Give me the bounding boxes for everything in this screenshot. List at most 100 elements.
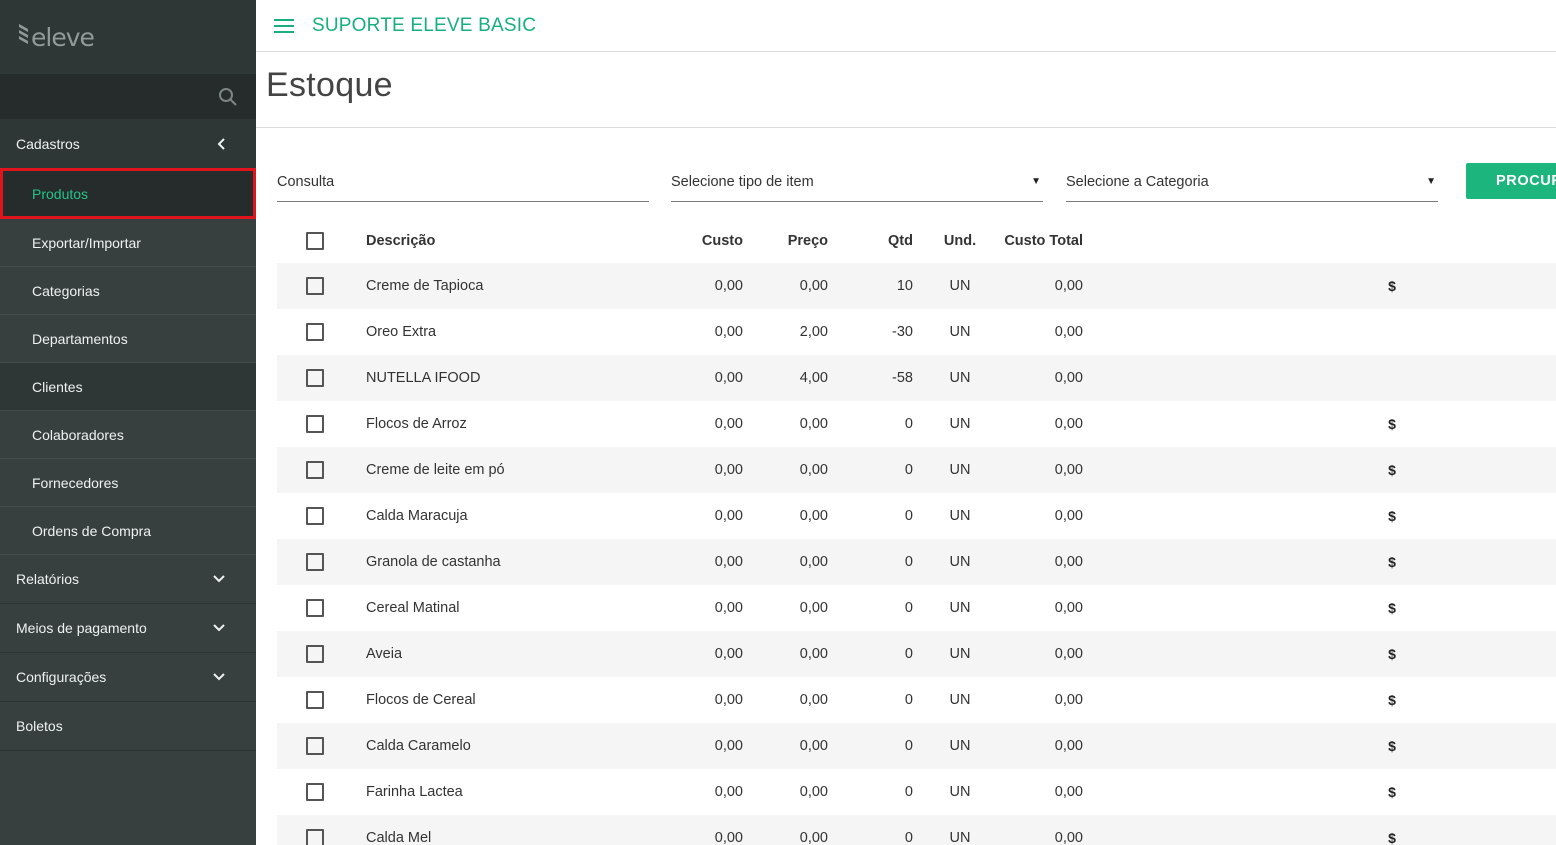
sidebar-group-meios-de-pagamento[interactable]: Meios de pagamento bbox=[0, 604, 256, 653]
price-action-icon[interactable]: $ bbox=[1383, 447, 1401, 493]
sidebar-item-label: Categorias bbox=[32, 282, 100, 299]
sidebar-item-categorias[interactable]: Categorias bbox=[0, 267, 256, 315]
row-checkbox[interactable] bbox=[306, 585, 324, 631]
price-action-icon[interactable]: $ bbox=[1383, 585, 1401, 631]
price-action-icon[interactable]: $ bbox=[1383, 723, 1401, 769]
cell-qtd: 0 bbox=[904, 508, 913, 524]
table-row[interactable]: Flocos de Arroz 0,00 0,00 0 UN 0,00 $ bbox=[277, 401, 1556, 447]
cell-preco: 0,00 bbox=[799, 784, 828, 800]
logo-text: eleve bbox=[31, 23, 95, 52]
sidebar-item-label: Produtos bbox=[32, 185, 89, 202]
cell-und: UN bbox=[949, 692, 971, 708]
cell-custo-total: 0,00 bbox=[1054, 738, 1083, 754]
cell-descricao: Cereal Matinal bbox=[366, 600, 460, 616]
price-action-icon[interactable]: $ bbox=[1383, 677, 1401, 723]
row-checkbox[interactable] bbox=[306, 539, 324, 585]
sidebar-group-configuracoes[interactable]: Configurações bbox=[0, 653, 256, 702]
procurar-button[interactable]: PROCUR bbox=[1466, 163, 1556, 199]
header-descricao[interactable]: Descrição bbox=[366, 218, 666, 263]
row-checkbox[interactable] bbox=[306, 447, 324, 493]
logo: eleve bbox=[0, 0, 256, 74]
row-checkbox[interactable] bbox=[306, 723, 324, 769]
price-action-icon[interactable]: $ bbox=[1383, 263, 1401, 309]
cell-descricao: Flocos de Arroz bbox=[366, 416, 467, 432]
header-qtd[interactable]: Qtd bbox=[833, 218, 913, 263]
table-row[interactable]: NUTELLA IFOOD 0,00 4,00 -58 UN 0,00 bbox=[277, 355, 1556, 401]
table-row[interactable]: Oreo Extra 0,00 2,00 -30 UN 0,00 bbox=[277, 309, 1556, 355]
sidebar-item-colaboradores[interactable]: Colaboradores bbox=[0, 411, 256, 459]
cell-qtd: -30 bbox=[892, 324, 913, 340]
table-row[interactable]: Calda Maracuja 0,00 0,00 0 UN 0,00 $ bbox=[277, 493, 1556, 539]
cell-und: UN bbox=[949, 646, 971, 662]
select-all-checkbox[interactable] bbox=[306, 218, 324, 263]
header-und[interactable]: Und. bbox=[941, 218, 979, 263]
cell-custo-total: 0,00 bbox=[1054, 370, 1083, 386]
dropdown-arrow-icon: ▼ bbox=[1426, 176, 1436, 187]
sidebar-item-label: Colaboradores bbox=[32, 426, 124, 443]
row-checkbox[interactable] bbox=[306, 309, 324, 355]
header-preco[interactable]: Preço bbox=[748, 218, 828, 263]
cell-custo: 0,00 bbox=[714, 278, 743, 294]
cell-custo-total: 0,00 bbox=[1054, 324, 1083, 340]
sidebar-group-boletos[interactable]: Boletos bbox=[0, 702, 256, 751]
table-row[interactable]: Farinha Lactea 0,00 0,00 0 UN 0,00 $ bbox=[277, 769, 1556, 815]
sidebar-search[interactable] bbox=[0, 74, 256, 119]
sidebar-item-exportar-importar[interactable]: Exportar/Importar bbox=[0, 219, 256, 267]
row-checkbox[interactable] bbox=[306, 631, 324, 677]
table-row[interactable]: Calda Mel 0,00 0,00 0 UN 0,00 $ bbox=[277, 815, 1556, 845]
row-checkbox[interactable] bbox=[306, 355, 324, 401]
sidebar-group-relatorios[interactable]: Relatórios bbox=[0, 555, 256, 604]
cell-descricao: Granola de castanha bbox=[366, 554, 501, 570]
cell-preco: 0,00 bbox=[799, 646, 828, 662]
row-checkbox[interactable] bbox=[306, 815, 324, 845]
row-checkbox[interactable] bbox=[306, 263, 324, 309]
cell-und: UN bbox=[949, 416, 971, 432]
sidebar-item-departamentos[interactable]: Departamentos bbox=[0, 315, 256, 363]
table-row[interactable]: Creme de Tapioca 0,00 0,00 10 UN 0,00 $ bbox=[277, 263, 1556, 309]
cell-und: UN bbox=[949, 830, 971, 845]
header-custo-total[interactable]: Custo Total bbox=[993, 218, 1083, 263]
cell-und: UN bbox=[949, 784, 971, 800]
cell-preco: 0,00 bbox=[799, 600, 828, 616]
cell-custo-total: 0,00 bbox=[1054, 554, 1083, 570]
row-checkbox[interactable] bbox=[306, 677, 324, 723]
row-checkbox[interactable] bbox=[306, 769, 324, 815]
sidebar-group-cadastros[interactable]: Cadastros bbox=[0, 119, 256, 168]
price-action-icon[interactable]: $ bbox=[1383, 539, 1401, 585]
sidebar-item-fornecedores[interactable]: Fornecedores bbox=[0, 459, 256, 507]
table-row[interactable]: Granola de castanha 0,00 0,00 0 UN 0,00 $ bbox=[277, 539, 1556, 585]
table-row[interactable]: Creme de leite em pó 0,00 0,00 0 UN 0,00 $ bbox=[277, 447, 1556, 493]
table-row[interactable]: Flocos de Cereal 0,00 0,00 0 UN 0,00 $ bbox=[277, 677, 1556, 723]
cell-custo-total: 0,00 bbox=[1054, 646, 1083, 662]
price-action-icon[interactable]: $ bbox=[1383, 493, 1401, 539]
cell-custo: 0,00 bbox=[714, 554, 743, 570]
row-checkbox[interactable] bbox=[306, 493, 324, 539]
sidebar-item-clientes[interactable]: Clientes bbox=[0, 363, 256, 411]
table-row[interactable]: Calda Caramelo 0,00 0,00 0 UN 0,00 $ bbox=[277, 723, 1556, 769]
cell-custo-total: 0,00 bbox=[1054, 600, 1083, 616]
sidebar-item-ordens-de-compra[interactable]: Ordens de Compra bbox=[0, 507, 256, 555]
price-action-icon[interactable]: $ bbox=[1383, 769, 1401, 815]
cell-custo: 0,00 bbox=[714, 784, 743, 800]
cell-und: UN bbox=[949, 738, 971, 754]
tipo-item-select[interactable]: Selecione tipo de item ▼ bbox=[671, 162, 1043, 202]
categoria-select[interactable]: Selecione a Categoria ▼ bbox=[1066, 162, 1438, 202]
search-icon[interactable] bbox=[218, 87, 238, 112]
cell-qtd: 0 bbox=[904, 416, 913, 432]
row-checkbox[interactable] bbox=[306, 401, 324, 447]
table-row[interactable]: Aveia 0,00 0,00 0 UN 0,00 $ bbox=[277, 631, 1556, 677]
price-action-icon[interactable]: $ bbox=[1383, 631, 1401, 677]
sidebar: eleve Cadastros Produtos Exportar/Import… bbox=[0, 0, 256, 845]
price-action-icon[interactable]: $ bbox=[1383, 401, 1401, 447]
sidebar-item-produtos[interactable]: Produtos bbox=[0, 168, 256, 219]
cell-und: UN bbox=[949, 600, 971, 616]
stock-table: Descrição Custo Preço Qtd Und. Custo Tot… bbox=[277, 218, 1556, 845]
consulta-input[interactable]: Consulta bbox=[277, 162, 649, 202]
header-custo[interactable]: Custo bbox=[663, 218, 743, 263]
price-action-icon[interactable]: $ bbox=[1383, 815, 1401, 845]
hamburger-menu-icon[interactable] bbox=[274, 18, 294, 33]
table-row[interactable]: Cereal Matinal 0,00 0,00 0 UN 0,00 $ bbox=[277, 585, 1556, 631]
cell-custo-total: 0,00 bbox=[1054, 692, 1083, 708]
cell-custo: 0,00 bbox=[714, 508, 743, 524]
chevron-down-icon bbox=[213, 575, 225, 583]
